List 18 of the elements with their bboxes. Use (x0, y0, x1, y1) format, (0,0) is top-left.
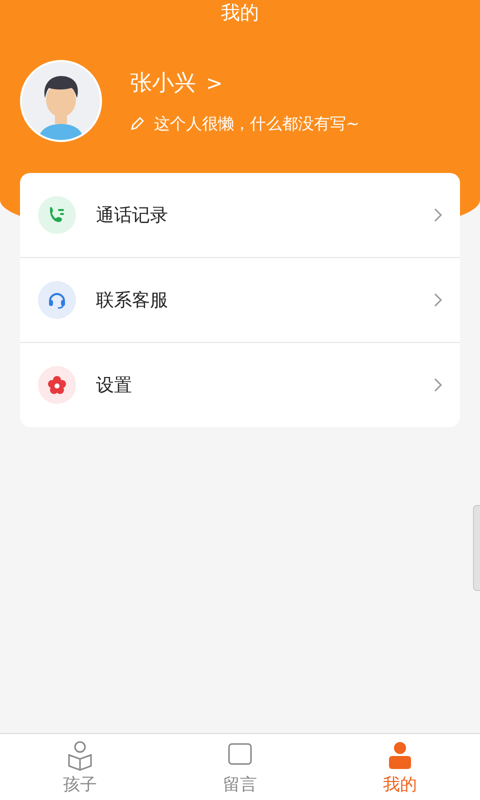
tab[interactable]: 孩子 (0, 734, 160, 800)
chevron-icon (434, 208, 442, 222)
tab[interactable]: 留言 (160, 734, 320, 800)
pencil-icon[interactable] (130, 117, 144, 131)
chevron-icon (434, 293, 442, 307)
flower-icon (38, 366, 76, 404)
user-name[interactable]: 张小兴 (130, 68, 196, 98)
side-handle[interactable] (473, 505, 480, 591)
bio-text: 这个人很懒，什么都没有写~ (154, 114, 360, 134)
menu-item[interactable]: 设置 (96, 373, 414, 397)
menu-item[interactable]: 联系客服 (96, 288, 414, 312)
headset-icon (38, 281, 76, 319)
chevron-icon (434, 378, 442, 392)
page-title: 我的 (221, 1, 259, 26)
tab[interactable]: 我的 (320, 734, 480, 800)
chevron-icon[interactable]: > (206, 70, 223, 94)
menu-item[interactable]: 通话记录 (96, 203, 414, 227)
phone-icon (38, 196, 76, 234)
